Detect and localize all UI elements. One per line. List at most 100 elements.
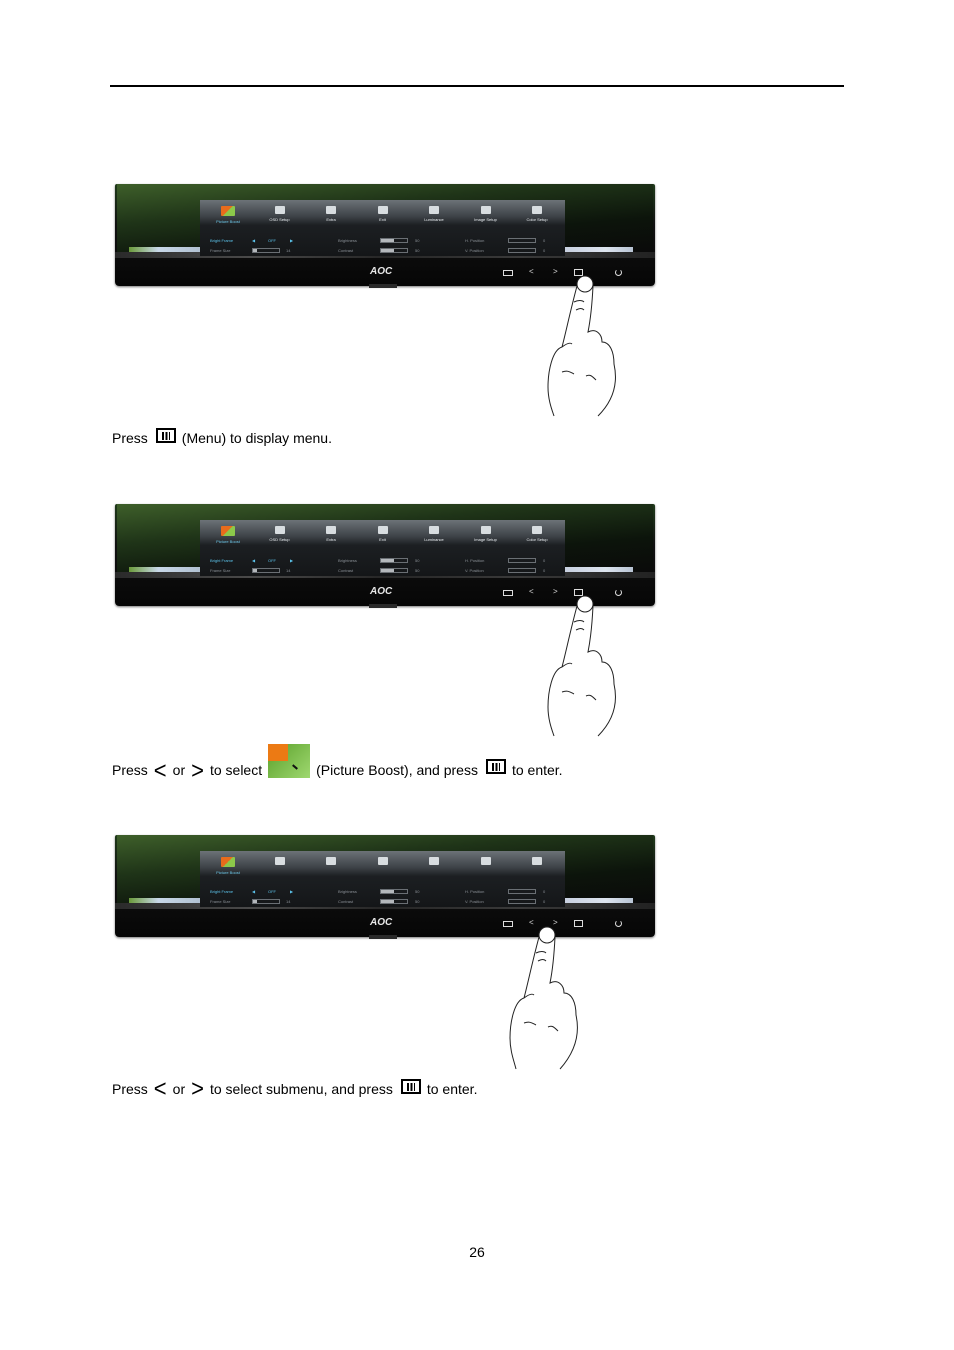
frame-size-slider[interactable] (252, 899, 280, 904)
h-position-value: 0 (543, 889, 546, 894)
h-position-slider[interactable] (508, 889, 536, 894)
osd-tab-extra[interactable]: Extra (307, 202, 355, 228)
frame-size-slider[interactable] (252, 248, 280, 253)
bright-frame-right-arrow[interactable]: ▶ (290, 238, 293, 243)
osd-tab-picture-boost[interactable]: Picture Boost (204, 853, 252, 879)
left-chevron-icon: < (153, 1074, 167, 1102)
aoc-logo: AOC (370, 586, 393, 597)
contrast-slider[interactable] (380, 568, 408, 573)
bright-frame-label: Bright Frame (210, 889, 234, 894)
osd-tab-luminance[interactable]: Luminance (410, 522, 458, 548)
osd-tab-luminance[interactable]: Luminance (410, 202, 458, 228)
osd-tab-extra[interactable] (307, 853, 355, 879)
h-position-slider[interactable] (508, 238, 536, 243)
bright-frame-value: OFF (268, 558, 276, 563)
bright-frame-value: OFF (268, 889, 276, 894)
right-chevron-icon: > (191, 1074, 204, 1102)
v-position-label: V. Position (465, 248, 484, 253)
bright-frame-left-arrow[interactable]: ◀ (252, 558, 255, 563)
bright-frame-left-arrow[interactable]: ◀ (252, 889, 255, 894)
osd-tab-picture-boost[interactable]: Picture Boost (204, 522, 252, 548)
v-position-slider[interactable] (508, 568, 536, 573)
v-position-value: 0 (543, 899, 546, 904)
osd-tab-exit[interactable]: Exit (359, 202, 407, 228)
auto-button[interactable] (503, 590, 513, 596)
aoc-logo: AOC (370, 266, 393, 277)
h-position-slider[interactable] (508, 558, 536, 563)
bright-frame-label: Bright Frame (210, 238, 234, 243)
picture-boost-icon (221, 857, 235, 867)
bright-frame-left-arrow[interactable]: ◀ (252, 238, 255, 243)
step-3-caption: Press < or > to select submenu, and pres… (112, 1074, 478, 1102)
osd-setup-icon (274, 206, 285, 214)
frame-size-label: Frame Size (210, 248, 231, 253)
step-2-caption: Press < or > to select (Picture Boost), … (112, 742, 563, 785)
frame-size-value: 14 (286, 899, 291, 904)
hand-pointer-3 (509, 926, 578, 1070)
picture-boost-icon (221, 526, 235, 536)
contrast-slider[interactable] (380, 899, 408, 904)
osd-tab-image-setup[interactable]: Image Setup (462, 522, 510, 548)
image-setup-icon (480, 206, 491, 214)
h-position-value: 0 (543, 238, 546, 243)
contrast-value: 50 (415, 568, 420, 573)
left-button[interactable]: < (529, 268, 534, 276)
color-setup-icon (532, 526, 542, 534)
frame-size-label: Frame Size (210, 899, 231, 904)
osd-tab-osd-setup[interactable] (256, 853, 304, 879)
frame-size-value: 14 (286, 248, 291, 253)
step-1-caption: Press (Menu) to display menu. (112, 428, 332, 446)
osd-tab-luminance[interactable] (410, 853, 458, 879)
h-position-label: H. Position (465, 238, 485, 243)
osd-tab-color-setup[interactable]: Color Setup (513, 522, 561, 548)
osd-menu: Picture Boost OSD Setup Extra Exit Lumin… (200, 520, 565, 576)
luminance-icon (429, 206, 439, 214)
frame-size-label: Frame Size (210, 568, 231, 573)
monitor: Picture Boost OSD Setup Extra Exit Lumin… (115, 184, 655, 288)
osd-menu: Picture Boost Bright Frame ◀ OFF ▶ Brigh… (200, 851, 565, 907)
auto-button[interactable] (503, 270, 513, 276)
v-position-label: V. Position (465, 899, 484, 904)
osd-tab-exit[interactable] (359, 853, 407, 879)
osd-tab-osd-setup[interactable]: OSD Setup (256, 202, 304, 228)
hand-pointer-1 (547, 275, 616, 417)
menu-key-icon (155, 428, 176, 443)
h-position-label: H. Position (465, 558, 485, 563)
osd-tab-color-setup[interactable]: Color Setup (513, 202, 561, 228)
osd-tab-color-setup[interactable] (513, 853, 561, 879)
brightness-slider[interactable] (380, 558, 408, 563)
bright-frame-right-arrow[interactable]: ▶ (290, 889, 293, 894)
v-position-slider[interactable] (508, 248, 536, 253)
frame-size-value: 14 (286, 568, 291, 573)
left-button[interactable]: < (529, 588, 534, 596)
color-setup-icon (532, 857, 542, 865)
v-position-slider[interactable] (508, 899, 536, 904)
image-setup-icon (480, 526, 491, 534)
osd-tab-image-setup[interactable]: Image Setup (462, 202, 510, 228)
contrast-label: Contrast (338, 248, 354, 253)
brightness-label: Brightness (338, 558, 357, 563)
monitor: Picture Boost Bright Frame ◀ OFF ▶ Brigh… (115, 835, 655, 939)
power-button[interactable] (615, 920, 622, 927)
osd-tab-osd-setup[interactable]: OSD Setup (256, 522, 304, 548)
header-rule (110, 85, 844, 87)
osd-tab-extra[interactable]: Extra (307, 522, 355, 548)
menu-key-icon (485, 759, 506, 774)
contrast-slider[interactable] (380, 248, 408, 253)
monitor: Picture Boost OSD Setup Extra Exit Lumin… (115, 504, 655, 608)
osd-tab-exit[interactable]: Exit (359, 522, 407, 548)
osd-tab-picture-boost[interactable]: Picture Boost (204, 202, 252, 228)
v-position-label: V. Position (465, 568, 484, 573)
frame-size-slider[interactable] (252, 568, 280, 573)
brightness-slider[interactable] (380, 889, 408, 894)
extra-icon (326, 526, 336, 534)
color-setup-icon (532, 206, 542, 214)
monitor-stand (369, 604, 397, 608)
osd-tab-image-setup[interactable] (462, 853, 510, 879)
bright-frame-label: Bright Frame (210, 558, 234, 563)
bright-frame-right-arrow[interactable]: ▶ (290, 558, 293, 563)
brightness-slider[interactable] (380, 238, 408, 243)
hand-pointer-2 (547, 595, 616, 737)
right-chevron-icon: > (191, 756, 204, 785)
brightness-label: Brightness (338, 238, 357, 243)
